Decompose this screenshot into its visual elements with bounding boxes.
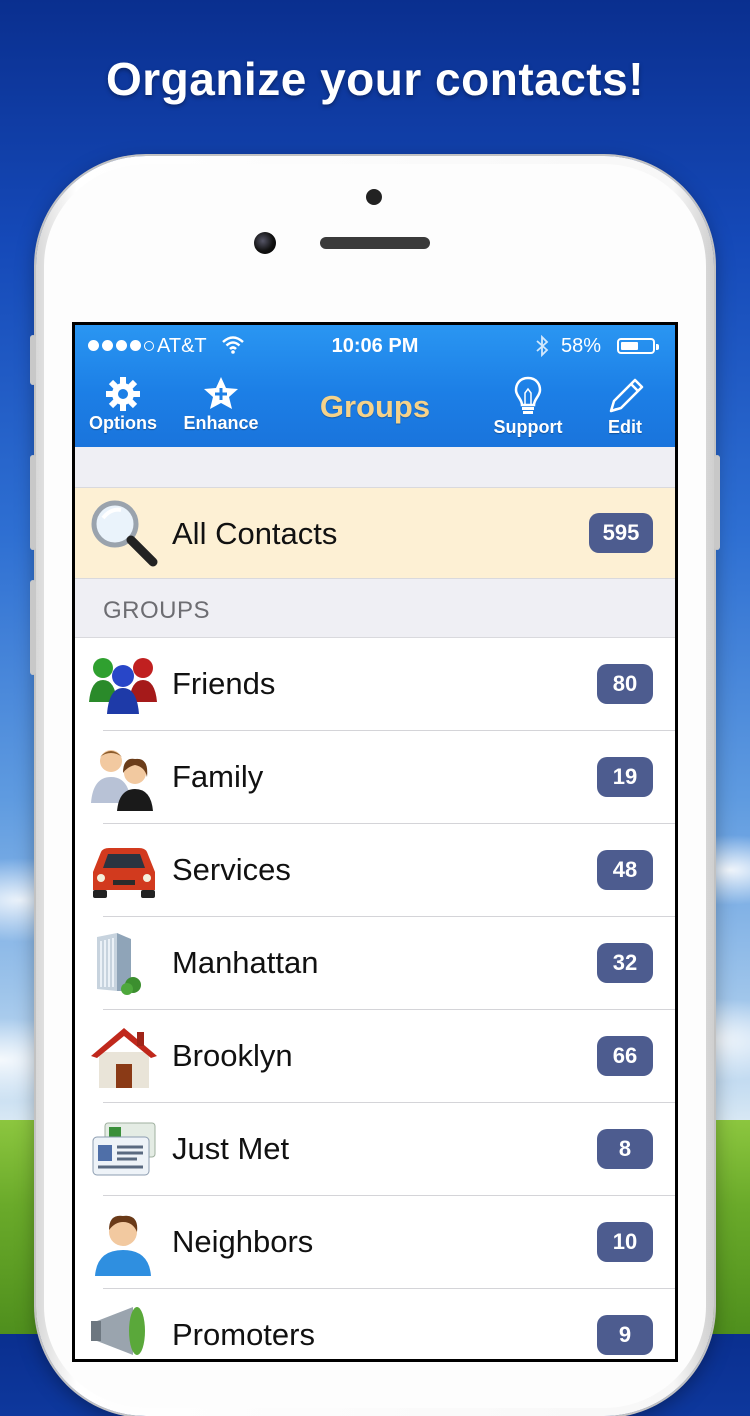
headline: Organize your contacts!: [105, 53, 645, 105]
count-badge: 9: [597, 1315, 653, 1355]
family-icon: [87, 743, 159, 813]
phone-screen: AT&T 10:06 PM 58% Options Enhance Groups…: [72, 322, 678, 1362]
group-label: Services: [172, 852, 291, 887]
section-header-label: GROUPS: [103, 597, 211, 624]
page-title: Groups: [319, 389, 431, 424]
count-badge: 595: [589, 513, 653, 553]
count-badge: 19: [597, 757, 653, 797]
list-item[interactable]: Neighbors 10: [75, 1196, 675, 1289]
building-icon: [87, 929, 159, 999]
person-icon: [87, 1208, 159, 1278]
section-header: GROUPS: [75, 579, 675, 638]
list-item[interactable]: Friends 80: [75, 638, 675, 731]
group-label: Family: [172, 759, 264, 794]
count-badge: 48: [597, 850, 653, 890]
list-item[interactable]: Promoters 9: [75, 1289, 675, 1359]
group-list: Friends 80 Family 19 Services 48 Manhatt…: [75, 638, 675, 1359]
volume-down-button: [30, 580, 36, 675]
count-badge: 32: [597, 943, 653, 983]
bluetooth-icon: [535, 334, 549, 363]
support-button[interactable]: Support: [489, 375, 567, 438]
power-button: [714, 455, 720, 550]
volume-up-button: [30, 455, 36, 550]
count-badge: 66: [597, 1036, 653, 1076]
status-bar: AT&T 10:06 PM 58%: [75, 334, 675, 363]
count-badge: 8: [597, 1129, 653, 1169]
edit-button[interactable]: Edit: [595, 375, 655, 438]
pencil-icon: [595, 375, 655, 417]
count-badge: 80: [597, 664, 653, 704]
car-icon: [87, 836, 159, 906]
list-item[interactable]: Family 19: [75, 731, 675, 824]
navigation-bar: AT&T 10:06 PM 58% Options Enhance Groups…: [75, 325, 675, 447]
group-label: Manhattan: [172, 945, 319, 980]
proximity-sensor: [366, 189, 382, 205]
battery-icon: [617, 338, 659, 354]
megaphone-icon: [87, 1301, 159, 1359]
people-group-icon: [87, 650, 159, 720]
edit-label: Edit: [608, 417, 642, 437]
magnifier-icon: [87, 496, 159, 567]
group-label: Neighbors: [172, 1224, 314, 1259]
list-item[interactable]: Manhattan 32: [75, 917, 675, 1010]
group-label: Friends: [172, 666, 276, 701]
list-top-spacer: [75, 447, 675, 488]
list-item[interactable]: Services 48: [75, 824, 675, 917]
list-item[interactable]: Just Met 8: [75, 1103, 675, 1196]
group-label: Promoters: [172, 1317, 315, 1352]
business-card-icon: [87, 1115, 159, 1185]
front-camera: [254, 232, 276, 254]
earpiece-speaker: [320, 237, 430, 249]
list-item[interactable]: Brooklyn 66: [75, 1010, 675, 1103]
lightbulb-icon: [489, 375, 567, 417]
all-contacts-label: All Contacts: [172, 516, 338, 551]
support-label: Support: [493, 417, 563, 437]
all-contacts-row[interactable]: All Contacts 595: [75, 488, 675, 579]
count-badge: 10: [597, 1222, 653, 1262]
group-label: Brooklyn: [172, 1038, 293, 1073]
mute-switch: [30, 335, 36, 385]
house-icon: [87, 1022, 159, 1092]
battery-percent: 58%: [561, 335, 602, 357]
group-label: Just Met: [172, 1131, 290, 1166]
